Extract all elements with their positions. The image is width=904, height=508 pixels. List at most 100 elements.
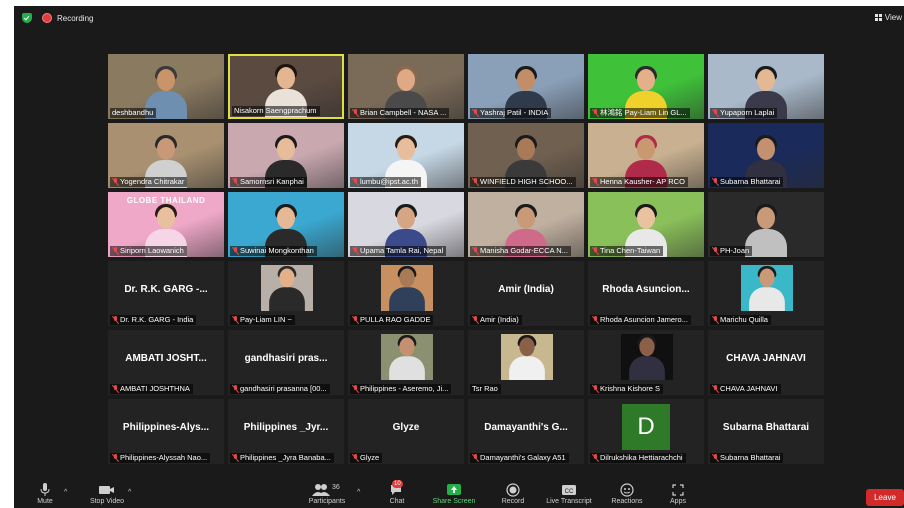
participant-tile[interactable]: Philippines-Alys... Philippines-Alyssah N… — [108, 399, 224, 464]
participant-tile[interactable]: D Dilrukshika Hettiarachchi — [588, 399, 704, 464]
mute-label: Mute — [37, 498, 53, 505]
participant-name-label: Brian Campbell - NASA ... — [350, 108, 450, 118]
zoom-meeting-window: Recording View deshbandhu Nisakorn Saengp… — [14, 6, 904, 508]
participant-tile[interactable]: AMBATI JOSHT... AMBATI JOSHTHNA — [108, 330, 224, 395]
participant-name: Suwinai Mongkonthan — [240, 246, 314, 255]
participant-display-name: Amir (India) — [498, 284, 554, 295]
muted-mic-icon — [352, 109, 358, 117]
participant-name: Amir (India) — [480, 315, 519, 324]
participant-name-label: Suwinai Mongkonthan — [230, 246, 317, 256]
participant-tile[interactable]: Glyze Glyze — [348, 399, 464, 464]
leave-button[interactable]: Leave — [866, 489, 904, 506]
participant-name: Glyze — [360, 453, 380, 462]
participant-name-label: Philippines _Jyra Banaba... — [230, 453, 334, 463]
participant-tile[interactable]: Damayanthi's G... Damayanthi's Galaxy A51 — [468, 399, 584, 464]
record-label: Record — [501, 498, 525, 505]
record-icon — [498, 483, 528, 497]
muted-mic-icon — [112, 316, 118, 324]
participant-tile[interactable]: Philippines _Jyr... Philippines _Jyra Ban… — [228, 399, 344, 464]
participant-tile[interactable]: Manisha Godar-ECCA N... — [468, 192, 584, 257]
muted-mic-icon — [712, 247, 718, 255]
participants-options-caret-icon[interactable]: ^ — [357, 489, 360, 496]
mute-button[interactable]: Mute — [32, 483, 58, 505]
participant-name: Marichu Quilla — [720, 315, 768, 324]
participant-name: Rhoda Asuncion Jamero... — [600, 315, 688, 324]
participant-tile[interactable]: Amir (India) Amir (India) — [468, 261, 584, 326]
participant-name-label: Philippines-Alyssah Nao... — [110, 453, 211, 463]
muted-mic-icon — [232, 178, 238, 186]
participant-tile[interactable]: Brian Campbell - NASA ... — [348, 54, 464, 119]
view-button[interactable]: View — [874, 13, 902, 22]
mute-options-caret-icon[interactable]: ^ — [64, 489, 67, 496]
emoji-icon — [608, 483, 646, 497]
participant-name: Philippines _Jyra Banaba... — [240, 453, 331, 462]
recording-label: Recording — [57, 13, 94, 23]
participant-tile[interactable]: Yupaporn Laplai — [708, 54, 824, 119]
participant-tile[interactable]: Samornsri Kanphai — [228, 123, 344, 188]
participant-tile[interactable]: PULLA RAO GADDE — [348, 261, 464, 326]
participant-name: WINFIELD HIGH SCHOO... — [480, 177, 573, 186]
chat-icon: 10 — [384, 480, 410, 497]
participant-name-label: PULLA RAO GADDE — [350, 315, 434, 325]
participant-tile[interactable]: PH-Joan — [708, 192, 824, 257]
participant-name: Tsr Rao — [472, 384, 498, 393]
participant-name: PULLA RAO GADDE — [360, 315, 431, 324]
participant-tile[interactable]: Tsr Rao — [468, 330, 584, 395]
participant-tile[interactable]: gandhasiri pras... gandhasiri prasanna [0… — [228, 330, 344, 395]
participant-tile[interactable]: Rhoda Asuncion... Rhoda Asuncion Jamero..… — [588, 261, 704, 326]
share-screen-button[interactable]: Share Screen — [428, 483, 480, 505]
video-options-caret-icon[interactable]: ^ — [128, 489, 131, 496]
participant-video-figure — [627, 334, 666, 380]
participant-tile[interactable]: Philippines - Aseremo, Ji... — [348, 330, 464, 395]
participant-name-label: deshbandhu — [110, 108, 157, 118]
participant-name: CHAVA JAHNAVI — [720, 384, 778, 393]
muted-mic-icon — [112, 385, 118, 393]
muted-mic-icon — [712, 385, 718, 393]
participant-tile[interactable]: Henna Kausher- AP RCO — [588, 123, 704, 188]
participant-name-label: Yogendra Chitrakar — [110, 177, 188, 187]
participant-display-name: Philippines _Jyr... — [243, 422, 329, 433]
muted-mic-icon — [712, 316, 718, 324]
participant-tile[interactable]: Suwinai Mongkonthan — [228, 192, 344, 257]
participant-name: Dilrukshika Hettiarachchi — [600, 453, 683, 462]
participant-tile[interactable]: Marichu Quilla — [708, 261, 824, 326]
participant-display-name: Philippines-Alys... — [122, 422, 210, 433]
security-shield-icon[interactable] — [22, 13, 32, 23]
participant-display-name: Damayanthi's G... — [484, 422, 568, 433]
participant-tile[interactable]: Yogendra Chitrakar — [108, 123, 224, 188]
participant-tile[interactable]: Yashraj Patil - INDIA — [468, 54, 584, 119]
participant-tile[interactable]: lumbu@ipst.ac.th — [348, 123, 464, 188]
participant-tile[interactable]: Subarna Bhattarai — [708, 123, 824, 188]
participant-name: 林鴻銘 Pay-Liam Lin GL... — [600, 108, 687, 117]
chat-button[interactable]: 10 Chat — [384, 480, 410, 505]
muted-mic-icon — [592, 385, 598, 393]
participant-tile[interactable]: Upama Tamla Rai, Nepal — [348, 192, 464, 257]
muted-mic-icon — [352, 385, 358, 393]
participant-tile[interactable]: Pay-Liam LIN ~ — [228, 261, 344, 326]
participant-tile[interactable]: Dr. R.K. GARG -... Dr. R.K. GARG - India — [108, 261, 224, 326]
reactions-button[interactable]: Reactions — [608, 483, 646, 505]
participant-name: Pay-Liam LIN ~ — [240, 315, 292, 324]
live-transcript-label: Live Transcript — [546, 498, 592, 505]
stop-video-button[interactable]: Stop Video — [84, 483, 130, 505]
record-button[interactable]: Record — [498, 483, 528, 505]
participant-tile[interactable]: CHAVA JAHNAVI CHAVA JAHNAVI — [708, 330, 824, 395]
participant-tile[interactable]: Krishna Kishore S — [588, 330, 704, 395]
participant-tile[interactable]: GLOBE THAILAND Siriporn Laowanich — [108, 192, 224, 257]
participants-button[interactable]: 36 Participants — [305, 483, 349, 505]
participant-name: PH-Joan — [720, 246, 750, 255]
live-transcript-button[interactable]: CC Live Transcript — [542, 483, 596, 505]
participant-tile[interactable]: deshbandhu — [108, 54, 224, 119]
participant-name: Dr. R.K. GARG - India — [120, 315, 194, 324]
participant-tile[interactable]: Subarna Bhattarai Subarna Bhattarai — [708, 399, 824, 464]
participant-name-label: gandhasiri prasanna [00... — [230, 384, 330, 394]
participant-tile[interactable]: WINFIELD HIGH SCHOO... — [468, 123, 584, 188]
participant-name-label: Philippines - Aseremo, Ji... — [350, 384, 452, 394]
participant-name-label: Yupaporn Laplai — [710, 108, 778, 118]
participant-tile[interactable]: Tina Chen-Taiwan — [588, 192, 704, 257]
muted-mic-icon — [592, 109, 598, 117]
participant-tile[interactable]: Nisakorn Saengprachum — [228, 54, 344, 119]
participant-tile[interactable]: 林鴻銘 Pay-Liam Lin GL... — [588, 54, 704, 119]
apps-button[interactable]: Apps — [666, 483, 690, 505]
participant-name: lumbu@ipst.ac.th — [360, 177, 419, 186]
